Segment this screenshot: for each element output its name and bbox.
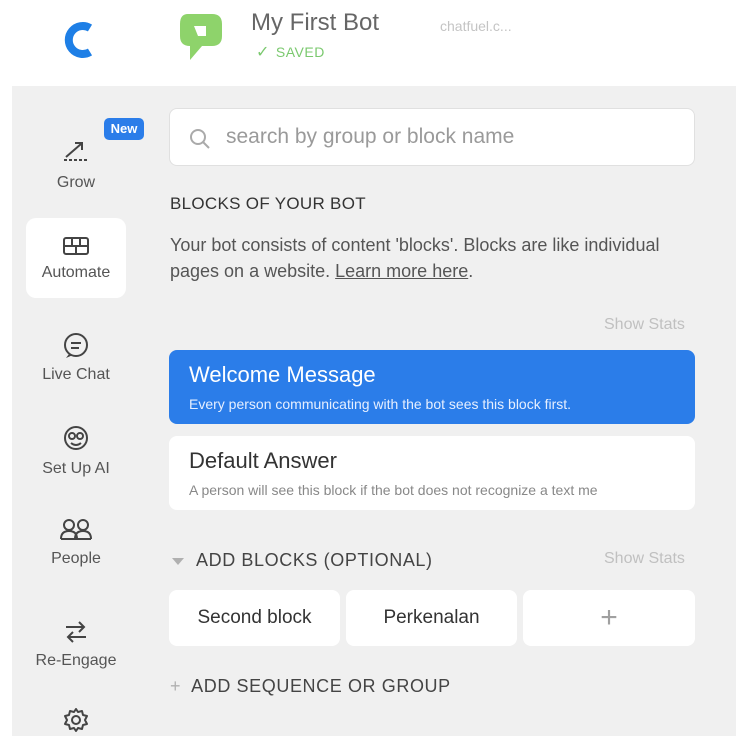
automate-icon [26,232,126,260]
plus-icon: + [170,676,182,696]
section-title: BLOCKS OF YOUR BOT [170,194,366,213]
block-title: Welcome Message [189,362,376,387]
show-stats-link[interactable]: Show Stats [604,550,685,568]
live-chat-icon [26,332,126,360]
sidebar-item-settings[interactable] [26,692,126,736]
add-block-button[interactable]: + [523,590,695,646]
text-fade [635,476,695,504]
add-sequence-button[interactable]: + ADD SEQUENCE OR GROUP [170,676,451,697]
gear-icon [26,706,126,734]
add-sequence-label: ADD SEQUENCE OR GROUP [191,676,451,696]
block-card-welcome-message[interactable]: Welcome Message Every person communicati… [169,350,695,424]
block-subtitle: Every person communicating with the bot … [189,396,572,412]
description-end: . [468,261,474,281]
add-blocks-toggle[interactable]: ADD BLOCKS (OPTIONAL) [172,550,433,571]
learn-more-link[interactable]: Learn more here [335,261,468,281]
saved-label: SAVED [275,44,325,60]
ai-icon [26,424,126,452]
people-icon [26,516,126,544]
bot-name[interactable]: My First Bot [251,9,379,37]
show-stats-link[interactable]: Show Stats [604,316,685,334]
saved-status: ✓ SAVED [256,42,325,62]
sidebar-item-label: Grow [56,174,96,191]
sidebar-item-set-up-ai[interactable]: Set Up AI [26,408,126,488]
sidebar-item-label: Re-Engage [35,652,117,669]
block-title: Default Answer [189,448,337,473]
search-icon [190,129,210,149]
top-header: My First Bot ✓ SAVED chatfuel.c... [0,0,736,86]
grow-icon [26,136,126,164]
blocks-description: Your bot consists of content 'blocks'. B… [170,232,690,284]
sidebar-item-automate[interactable]: Automate [26,218,126,298]
new-badge: New [104,118,144,140]
chatfuel-logo-icon[interactable] [56,12,100,68]
main-panel: BLOCKS OF YOUR BOT Your bot consists of … [152,86,736,736]
caret-down-icon [172,557,184,565]
sidebar-item-label: Automate [41,264,111,281]
block-chip-perkenalan[interactable]: Perkenalan [346,590,517,646]
bot-avatar-icon[interactable] [172,6,228,66]
sidebar-item-people[interactable]: People [26,500,126,580]
sidebar-item-re-engage[interactable]: Re-Engage [26,602,126,682]
add-blocks-label: ADD BLOCKS (OPTIONAL) [196,550,433,570]
bot-url[interactable]: chatfuel.c... [440,18,512,34]
block-chip-second-block[interactable]: Second block [169,590,340,646]
sidebar-item-live-chat[interactable]: Live Chat [26,316,126,396]
block-card-default-answer[interactable]: Default Answer A person will see this bl… [169,436,695,510]
block-subtitle: A person will see this block if the bot … [189,482,598,498]
sidebar-item-label: Set Up AI [42,460,110,477]
search-box[interactable] [169,108,695,166]
re-engage-icon [26,618,126,646]
sidebar-item-label: People [51,550,101,567]
search-input[interactable] [226,109,686,165]
sidebar: Grow New Automate Live Chat Set Up AI Pe… [12,86,152,736]
sidebar-item-label: Live Chat [42,366,110,383]
check-icon: ✓ [256,44,270,61]
